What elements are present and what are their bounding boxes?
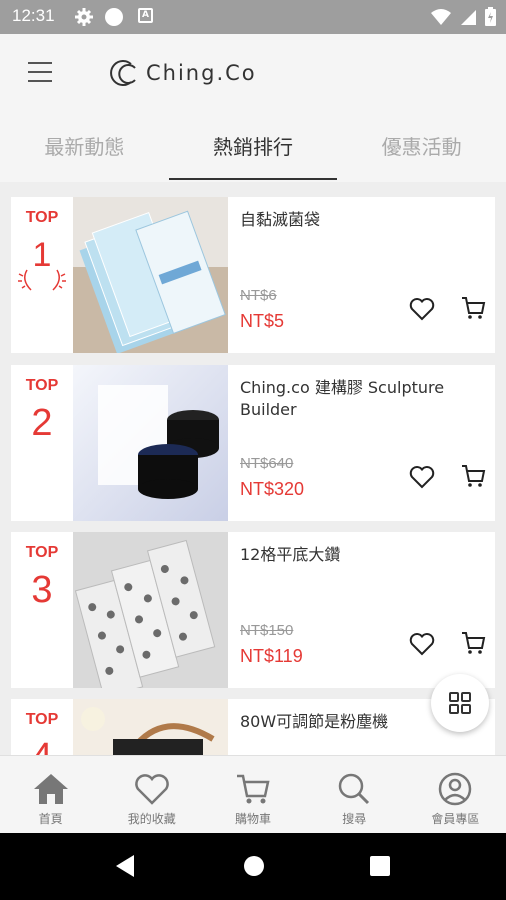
- home-icon: [33, 774, 68, 804]
- status-time: 12:31: [12, 6, 55, 25]
- rank-top-label: TOP: [25, 711, 59, 728]
- rank-number: 2: [31, 402, 53, 444]
- add-to-cart-icon[interactable]: [460, 295, 486, 321]
- favorite-heart-icon[interactable]: [409, 465, 435, 489]
- nav-search[interactable]: 搜尋: [304, 756, 405, 833]
- system-nav-bar: [0, 833, 506, 900]
- tab-best-sellers[interactable]: 熱銷排行: [168, 114, 338, 182]
- nav-search-label: 搜尋: [342, 812, 367, 826]
- rank-top-label: TOP: [25, 209, 59, 226]
- rank-badge: TOP 1: [11, 197, 73, 353]
- wifi-icon: [431, 8, 451, 25]
- rank-number: 3: [31, 569, 53, 611]
- notification-dot-icon: [105, 8, 123, 26]
- product-name[interactable]: Ching.co 建構膠 Sculpture Builder: [240, 377, 480, 421]
- user-icon: [439, 772, 472, 806]
- favorite-heart-icon[interactable]: [409, 632, 435, 656]
- sale-price: NT$119: [240, 646, 303, 666]
- rank-badge: TOP 4: [11, 699, 73, 755]
- grid-icon: [449, 692, 471, 714]
- rank-top-label: TOP: [25, 377, 59, 394]
- back-icon[interactable]: [114, 853, 136, 879]
- search-icon: [338, 773, 370, 805]
- rank-number: 4: [11, 735, 73, 755]
- signal-icon: [461, 9, 476, 25]
- rank-badge: TOP 3: [11, 532, 73, 688]
- cart-icon: [237, 774, 270, 804]
- product-image[interactable]: [73, 699, 228, 755]
- rank-badge: TOP 2: [11, 365, 73, 521]
- product-image[interactable]: [73, 197, 228, 353]
- home-circle-icon[interactable]: [242, 854, 266, 878]
- status-bar: 12:31 A: [0, 0, 506, 34]
- recents-icon[interactable]: [369, 855, 391, 877]
- logo-mark-icon: [110, 60, 136, 86]
- accessibility-icon: A: [138, 8, 153, 23]
- status-icons: [431, 7, 496, 26]
- grid-view-button[interactable]: [431, 674, 489, 732]
- rank-top-label: TOP: [25, 544, 59, 561]
- nav-cart[interactable]: 購物車: [202, 756, 303, 833]
- product-card[interactable]: TOP 1 自黏滅菌袋 NT$6 NT$5: [11, 197, 495, 353]
- bottom-nav: 首頁 我的收藏 購物車 搜尋 會員專區: [0, 755, 506, 833]
- menu-button[interactable]: [28, 62, 52, 84]
- app-bar: Ching.Co: [0, 34, 506, 114]
- nav-home-label: 首頁: [38, 812, 63, 826]
- menu-icon: [28, 62, 52, 64]
- product-image[interactable]: [73, 532, 228, 688]
- nav-cart-label: 購物車: [235, 812, 272, 826]
- brand-logo: Ching.Co: [106, 56, 257, 90]
- nav-member[interactable]: 會員專區: [405, 756, 506, 833]
- sale-price: NT$5: [240, 311, 285, 331]
- settings-icon: [75, 8, 93, 26]
- tab-bar: 最新動態 熱銷排行 優惠活動: [0, 114, 506, 182]
- product-name[interactable]: 12格平底大鑽: [240, 544, 480, 566]
- add-to-cart-icon[interactable]: [460, 463, 486, 489]
- original-price: NT$150: [240, 622, 294, 639]
- nav-member-label: 會員專區: [431, 812, 480, 826]
- product-card[interactable]: TOP 2 Ching.co 建構膠 Sculpture Builder NT$…: [11, 365, 495, 521]
- brand-name: Ching.Co: [146, 61, 257, 85]
- nav-home[interactable]: 首頁: [0, 756, 101, 833]
- original-price: NT$640: [240, 455, 294, 472]
- add-to-cart-icon[interactable]: [460, 630, 486, 656]
- nav-favorites[interactable]: 我的收藏: [101, 756, 202, 833]
- favorite-heart-icon[interactable]: [409, 297, 435, 321]
- tab-latest-news[interactable]: 最新動態: [0, 114, 169, 182]
- product-card[interactable]: TOP 4 80W可調節是粉塵機: [11, 699, 495, 755]
- nav-favorites-label: 我的收藏: [127, 812, 176, 826]
- laurel-icon: [18, 269, 66, 291]
- original-price: NT$6: [240, 287, 277, 304]
- product-name[interactable]: 自黏滅菌袋: [240, 209, 480, 231]
- product-card[interactable]: TOP 3 12格平底大鑽 NT$150 NT$119: [11, 532, 495, 688]
- battery-icon: [485, 7, 496, 26]
- product-list[interactable]: TOP 1 自黏滅菌袋 NT$6 NT$5 TOP 2 Ching.co 建構膠…: [0, 182, 506, 755]
- sale-price: NT$320: [240, 479, 305, 499]
- tab-promotions[interactable]: 優惠活動: [337, 114, 506, 182]
- heart-icon: [134, 774, 169, 805]
- product-image[interactable]: [73, 365, 228, 521]
